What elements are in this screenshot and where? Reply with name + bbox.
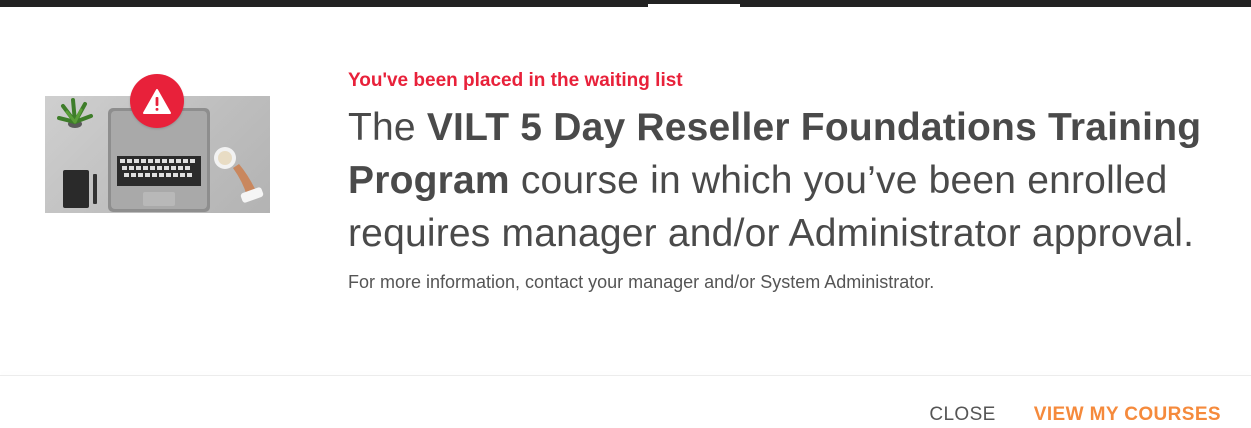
enrollment-message: The VILT 5 Day Reseller Foundations Trai… bbox=[348, 101, 1228, 260]
dialog-content: You've been placed in the waiting list T… bbox=[348, 69, 1228, 294]
dialog-footer: CLOSE VIEW MY COURSES bbox=[929, 404, 1221, 426]
message-prefix: The bbox=[348, 106, 427, 149]
close-button[interactable]: CLOSE bbox=[929, 404, 995, 426]
coffee-cup-illustration bbox=[214, 147, 264, 203]
warning-badge bbox=[130, 74, 184, 128]
top-bar bbox=[0, 0, 1251, 12]
waiting-list-status: You've been placed in the waiting list bbox=[348, 70, 683, 91]
contact-note: For more information, contact your manag… bbox=[348, 272, 935, 292]
notebook-illustration bbox=[63, 170, 89, 208]
view-my-courses-button[interactable]: VIEW MY COURSES bbox=[1034, 404, 1221, 426]
warning-triangle-icon bbox=[143, 88, 171, 114]
waiting-list-dialog: You've been placed in the waiting list T… bbox=[0, 7, 1251, 428]
plant-illustration bbox=[57, 98, 93, 128]
footer-divider bbox=[0, 375, 1251, 376]
